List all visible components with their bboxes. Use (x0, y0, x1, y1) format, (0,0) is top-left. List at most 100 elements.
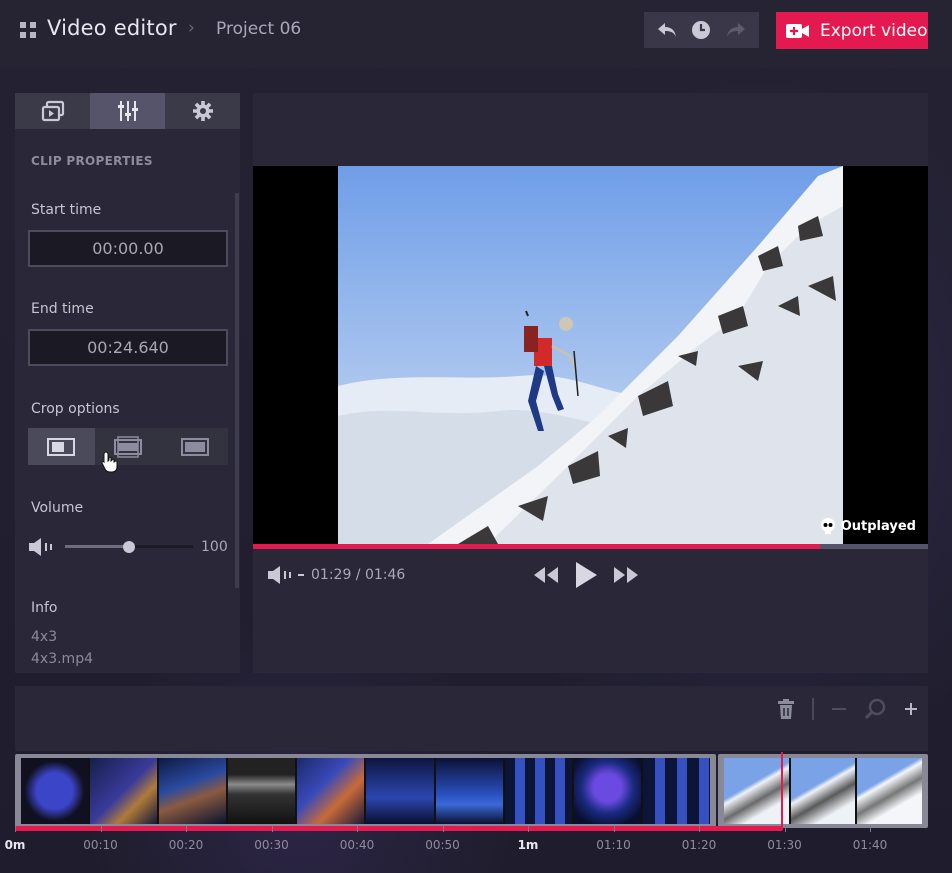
crop-fit-button[interactable] (28, 428, 95, 465)
history-controls (644, 12, 759, 48)
ruler-tick-label: 0m (4, 838, 26, 852)
properties-panel: CLIP PROPERTIES Start time 00:00.00 End … (15, 93, 240, 673)
ruler-tick (699, 826, 700, 832)
panel-scrollbar[interactable] (235, 193, 239, 588)
clip-thumbnail (790, 758, 856, 824)
ruler-tick (100, 826, 102, 832)
sliders-icon (117, 101, 138, 121)
redo-icon (726, 23, 745, 37)
zoom-out-icon[interactable] (832, 707, 846, 711)
end-time-label: End time (31, 301, 94, 317)
time-display: 01:29 / 01:46 (311, 567, 406, 583)
apps-grid-icon[interactable] (20, 22, 36, 38)
crop-options (28, 428, 228, 465)
info-filename: 4x3.mp4 (31, 651, 93, 667)
ruler-tick-label: 00:20 (168, 838, 204, 852)
ruler-tick (613, 826, 615, 832)
volume-label: Volume (31, 500, 84, 516)
clip-thumbnail (573, 758, 641, 824)
rewind-icon[interactable] (533, 566, 559, 584)
volume-slider-fill (65, 545, 129, 548)
video-player[interactable]: Outplayed (253, 166, 928, 544)
ruler-tick-label: 01:20 (681, 838, 717, 852)
export-video-button[interactable]: Export video (776, 12, 928, 49)
volume-value: 100 (201, 539, 228, 555)
info-aspect-ratio: 4x3 (31, 629, 58, 645)
redo-button[interactable] (723, 17, 749, 43)
clip-thumbnail (297, 758, 365, 824)
watermark-text: Outplayed (840, 518, 916, 534)
ruler-tick (186, 826, 187, 832)
timeline-clip-2[interactable] (718, 754, 928, 828)
volume-slider[interactable] (65, 541, 193, 553)
crop-options-label: Crop options (31, 401, 120, 417)
undo-button[interactable] (654, 17, 680, 43)
end-time-input[interactable]: 00:24.640 (28, 329, 228, 366)
ruler-tick-label: 00:50 (425, 838, 460, 852)
export-label: Export video (820, 20, 928, 41)
playback-progress-bar[interactable] (253, 544, 928, 549)
clock-icon (692, 21, 711, 39)
skull-logo-icon (820, 518, 835, 534)
ruler-tick (528, 826, 529, 832)
speaker-icon[interactable] (267, 566, 305, 584)
ruler-tick-label: 00:10 (83, 838, 118, 852)
clip-thumbnail (724, 758, 789, 824)
timeline-playhead[interactable] (780, 752, 783, 830)
play-icon[interactable] (573, 561, 599, 589)
timeline-ruler: 0m 00:10 00:20 00:30 00:40 00:50 1m 01:10 01:20 0… (0, 826, 952, 856)
speaker-icon[interactable] (28, 538, 58, 556)
tab-media[interactable] (15, 93, 90, 129)
app-title: Video editor (47, 16, 177, 40)
timeline-track[interactable] (15, 752, 928, 832)
zoom-in-icon[interactable] (904, 702, 918, 716)
video-preview-panel: Outplayed 01:29 / 01:46 (253, 93, 928, 673)
clip-thumbnail (857, 758, 923, 824)
volume-control: 100 (28, 537, 233, 557)
volume-slider-handle[interactable] (123, 541, 135, 553)
info-label: Info (31, 600, 58, 616)
toolbar-divider (812, 698, 814, 720)
panel-tabs (15, 93, 240, 129)
tab-settings[interactable] (165, 93, 240, 129)
crop-stretch-icon (180, 437, 209, 456)
breadcrumb-separator: › (188, 18, 195, 38)
gear-icon (192, 101, 213, 121)
clip-thumbnail (435, 758, 503, 824)
video-frame (338, 166, 843, 544)
video-camera-plus-icon (786, 23, 809, 38)
playback-progress-fill (253, 544, 820, 549)
clip-thumbnails (21, 758, 710, 824)
project-name[interactable]: Project 06 (216, 19, 301, 39)
ruler-tick (784, 826, 786, 832)
search-icon[interactable] (864, 698, 886, 720)
clip-thumbnails (724, 758, 923, 824)
clip-thumbnail (159, 758, 227, 824)
start-time-label: Start time (31, 202, 102, 218)
clip-thumbnail (90, 758, 158, 824)
crop-fit-icon (47, 437, 76, 456)
clip-thumbnail (21, 758, 89, 824)
crop-stretch-button[interactable] (161, 428, 228, 465)
ruler-tick (442, 826, 444, 832)
start-time-input[interactable]: 00:00.00 (28, 230, 228, 267)
fast-forward-icon[interactable] (613, 566, 639, 584)
undo-icon (658, 23, 677, 37)
clip-thumbnail (504, 758, 572, 824)
trash-icon[interactable] (778, 699, 794, 719)
ruler-tick-label: 00:40 (339, 838, 375, 852)
clip-thumbnail (366, 758, 434, 824)
timeline-tools (778, 698, 918, 720)
history-button[interactable] (688, 17, 714, 43)
hand-cursor-icon (101, 451, 118, 473)
clip-thumbnail (228, 758, 296, 824)
ruler-tick-label: 01:30 (767, 838, 802, 852)
tab-clip-properties[interactable] (90, 93, 165, 129)
ruler-tick (15, 826, 16, 832)
ruler-tick-label: 00:30 (254, 838, 289, 852)
video-library-icon (41, 100, 64, 122)
transport-controls (533, 561, 639, 589)
clip-thumbnail (642, 758, 710, 824)
ruler-tick (870, 826, 871, 832)
timeline-clip-1[interactable] (15, 754, 716, 828)
